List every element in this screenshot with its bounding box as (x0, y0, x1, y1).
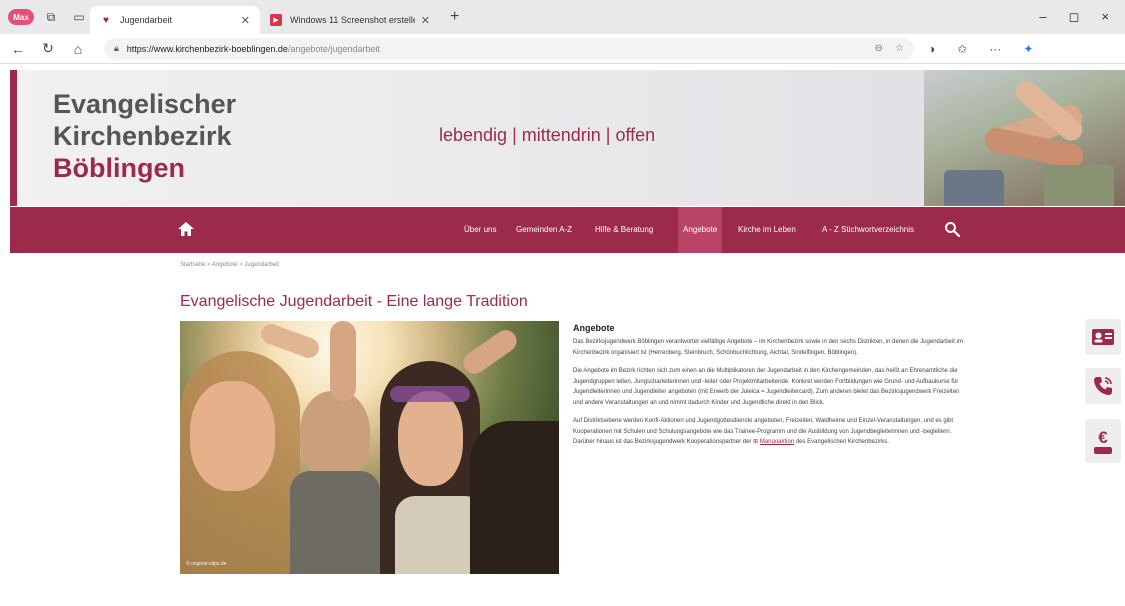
paragraph-1: Das Bezirksjugendwerk Böblingen verantwo… (573, 339, 963, 356)
logo-line-2: Kirchenbezirk (53, 121, 232, 151)
site-logo[interactable]: Evangelischer Kirchenbezirk Böblingen (53, 88, 236, 184)
url-host: https://www.kirchenbezirk-boeblingen.de (126, 43, 288, 54)
section-heading: Angebote (573, 323, 615, 333)
tab-close-icon[interactable]: ✕ (241, 14, 250, 27)
video-favicon-icon: ▶ (270, 14, 282, 26)
more-menu-icon[interactable]: ··· (989, 42, 1001, 56)
header-accent-bar (10, 70, 17, 206)
tab-title: Windows 11 Screenshot erstellen (290, 15, 415, 25)
main-navigation: Über uns Gemeinden A-Z Hilfe & Beratung … (10, 207, 1125, 253)
zoom-icon[interactable]: ⊖ (875, 43, 883, 54)
header-slogan: lebendig | mittendrin | offen (439, 125, 656, 145)
contact-card-icon (1092, 329, 1114, 345)
home-browser-icon[interactable]: ⌂ (66, 41, 90, 57)
breadcrumb[interactable]: Startseite > Angebote > Jugendarbeit (180, 262, 279, 268)
mangoaktion-link[interactable]: Mangoaktion (760, 439, 794, 445)
site-header: Evangelischer Kirchenbezirk Böblingen le… (10, 70, 1125, 206)
search-icon[interactable] (944, 221, 960, 237)
nav-item-gemeinden[interactable]: Gemeinden A-Z (516, 207, 572, 253)
nav-item-ueber-uns[interactable]: Über uns (464, 207, 496, 253)
nav-item-hilfe-beratung[interactable]: Hilfe & Beratung (595, 207, 653, 253)
phone-button[interactable] (1085, 368, 1121, 404)
paragraph-2: Die Angebote im Bezirk richten sich zum … (573, 368, 960, 406)
workspaces-icon[interactable]: ⧉ (40, 6, 62, 28)
logo-line-1: Evangelischer (53, 89, 237, 119)
reload-icon[interactable]: ↻ (36, 40, 60, 57)
external-link-icon: ⊞ (753, 439, 759, 445)
image-credit: © original-cdps.de (186, 561, 227, 567)
nav-item-kirche-im-leben[interactable]: Kirche im Leben (738, 207, 796, 253)
paragraph-3: Auf Distriktsebene werden Konfi-Aktionen… (573, 416, 970, 448)
tab-close-icon[interactable]: ✕ (421, 14, 430, 27)
maximize-button[interactable]: ◻ (1069, 9, 1080, 25)
close-window-button[interactable]: × (1101, 9, 1109, 25)
favorites-icon[interactable]: ✩ (957, 42, 967, 56)
youth-group-photo: © original-cdps.de (180, 321, 559, 574)
donate-icon: € (1094, 428, 1112, 454)
url-field[interactable]: 🔒︎ https://www.kirchenbezirk-boeblingen.… (104, 37, 914, 60)
angebote-section: Angebote Das Bezirksjugendwerk Böblingen… (573, 323, 970, 456)
tab-title: Jugendarbeit (120, 15, 173, 25)
minimize-button[interactable]: – (1039, 9, 1046, 25)
tab-actions-icon[interactable]: ▭ (68, 6, 90, 28)
contact-card-button[interactable] (1085, 319, 1121, 355)
tab-windows-screenshot[interactable]: ▶ Windows 11 Screenshot erstellen ✕ (260, 6, 440, 34)
address-bar-row: ← ↻ ⌂ 🔒︎ https://www.kirchenbezirk-boebl… (0, 34, 1125, 64)
logo-line-3: Böblingen (53, 153, 185, 183)
browser-tab-bar: Max ⧉ ▭ ♥ Jugendarbeit ✕ ▶ Windows 11 Sc… (0, 0, 1125, 34)
svg-text:€: € (1098, 428, 1108, 447)
copilot-icon[interactable]: ✦ (1023, 42, 1033, 56)
tab-jugendarbeit[interactable]: ♥ Jugendarbeit ✕ (90, 6, 260, 34)
favorite-star-icon[interactable]: ☆ (895, 43, 904, 54)
nav-item-angebote[interactable]: Angebote (678, 207, 723, 253)
header-hands-photo (924, 70, 1125, 206)
extension-icon[interactable]: ◑ (928, 42, 935, 56)
site-favicon-icon: ♥ (103, 14, 109, 26)
donate-button[interactable]: € (1085, 419, 1121, 463)
phone-icon (1094, 377, 1112, 395)
lock-icon[interactable]: 🔒︎ (114, 43, 119, 54)
paragraph-3-end: des Evangelischen Kirchenbezirks. (795, 439, 889, 445)
nav-item-stichwortverzeichnis[interactable]: A - Z Stichwortverzeichnis (822, 207, 914, 253)
profile-button[interactable]: Max (8, 9, 34, 25)
new-tab-button[interactable]: + (450, 8, 459, 26)
home-icon[interactable] (176, 219, 196, 239)
url-path: /angebote/jugendarbeit (287, 43, 380, 54)
back-icon[interactable]: ← (6, 41, 30, 57)
page-title: Evangelische Jugendarbeit - Eine lange T… (180, 293, 528, 310)
